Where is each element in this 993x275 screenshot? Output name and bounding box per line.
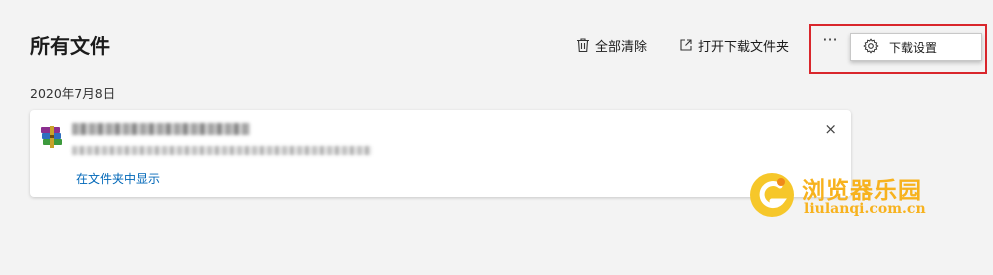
trash-icon (576, 37, 590, 53)
page-title: 所有文件 (30, 34, 110, 58)
file-name-obscured (72, 123, 250, 135)
download-settings-label: 下载设置 (889, 40, 938, 55)
show-in-folder-link[interactable]: 在文件夹中显示 (76, 170, 160, 187)
watermark-logo: 浏览器乐园 liulanqi.com.cn (750, 170, 935, 222)
remove-download-button[interactable]: × (824, 122, 837, 137)
watermark-icon (750, 173, 794, 217)
download-settings-menu-item[interactable]: 下载设置 (850, 33, 982, 61)
watermark-title: 浏览器乐园 (802, 178, 922, 204)
watermark-url: liulanqi.com.cn (804, 201, 926, 217)
open-download-folder-button[interactable]: 打开下载文件夹 (679, 35, 789, 55)
clear-all-button[interactable]: 全部清除 (576, 35, 647, 55)
open-download-folder-label: 打开下载文件夹 (698, 39, 790, 55)
date-group-label: 2020年7月8日 (30, 86, 116, 101)
clear-all-label: 全部清除 (595, 39, 648, 55)
download-item-card: 在文件夹中显示 × (30, 110, 851, 197)
file-source-obscured (72, 146, 372, 155)
archive-file-icon (40, 125, 64, 153)
external-link-icon (679, 38, 693, 52)
gear-icon (863, 37, 879, 57)
